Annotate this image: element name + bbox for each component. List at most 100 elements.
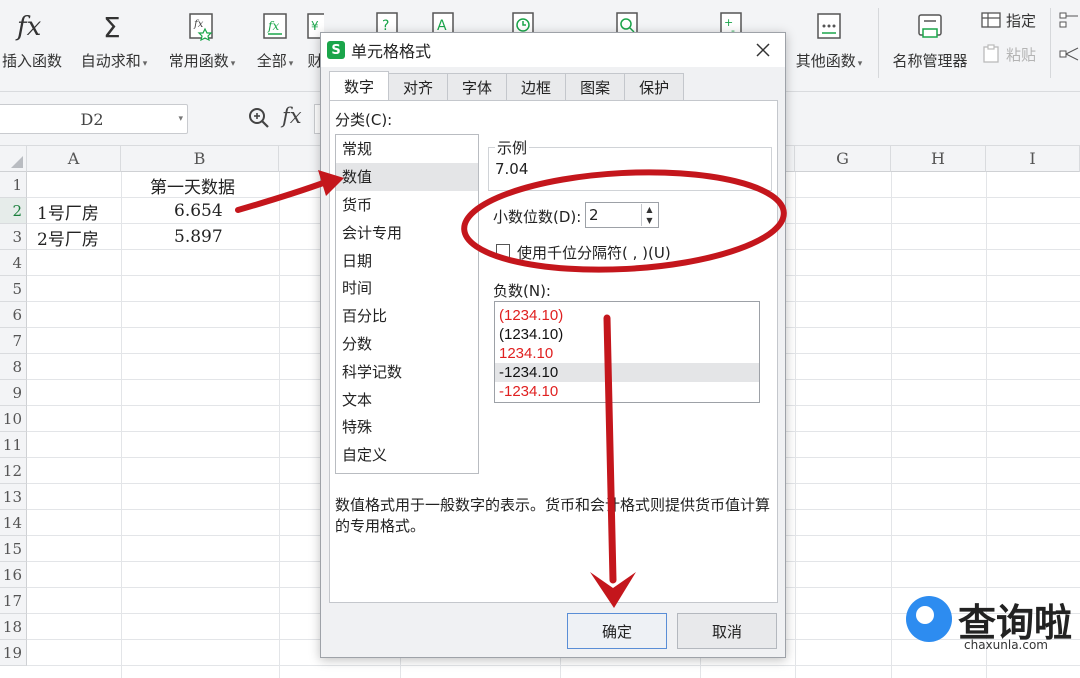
trace-precedents-icon[interactable] [1058,10,1080,34]
svg-text:fx: fx [15,12,42,41]
format-cells-dialog: S 单元格格式 数字 对齐 字体 边框 图案 保护 分类(C): 常规 数值 货币会… [320,32,786,658]
category-item[interactable]: 时间 [336,274,478,302]
tab-number[interactable]: 数字 [329,71,390,101]
other-functions-label: 其他函数 [795,52,856,70]
ribbon-divider [1050,8,1051,78]
category-item[interactable]: 常规 [336,135,478,163]
negative-numbers-list[interactable]: (1234.10) (1234.10) 1234.10 -1234.10 -1234.1… [494,301,760,403]
insert-function-button[interactable]: fx 插入函数 [0,6,64,78]
select-all-corner[interactable] [0,146,27,172]
row-header-5[interactable]: 5 [0,276,27,302]
sample-label: 示例 [495,137,530,158]
name-manager-button[interactable]: 名称管理器 [888,6,972,78]
autosum-button[interactable]: Σ 自动求和 ▾ [76,6,152,78]
name-box[interactable]: D2 ▾ [0,104,188,134]
category-item[interactable]: 特殊 [336,413,478,441]
column-header-B[interactable]: B [121,146,279,172]
common-functions-label: 常用函数 [168,52,229,70]
column-header-A[interactable]: A [27,146,121,172]
row-header-9[interactable]: 9 [0,380,27,406]
insert-function-label: 插入函数 [1,52,62,70]
watermark-logo: 查询啦 chaxunla.com [906,594,1076,658]
tab-alignment[interactable]: 对齐 [388,73,449,101]
column-header-G[interactable]: G [795,146,891,172]
row-header-13[interactable]: 13 [0,484,27,510]
common-functions-button[interactable]: fx 常用函数 ▾ [164,6,240,78]
row-header-17[interactable]: 17 [0,588,27,614]
category-item[interactable]: 货币 [336,191,478,219]
cell-B3[interactable]: 5.897 [174,224,223,250]
row-header-6[interactable]: 6 [0,302,27,328]
specify-icon [981,12,1001,28]
ok-button[interactable]: 确定 [567,613,667,649]
negative-option[interactable]: 1234.10 [495,344,759,363]
category-item[interactable]: 科学记数 [336,357,478,385]
category-label: 分类(C): [335,111,393,129]
column-header-I[interactable]: I [986,146,1080,172]
cell-B2[interactable]: 6.654 [174,198,223,224]
category-item[interactable]: 会计专用 [336,218,478,246]
row-header-18[interactable]: 18 [0,614,27,640]
stepper-down-icon[interactable]: ▼ [642,215,657,226]
thousands-separator-checkbox[interactable] [496,244,510,258]
close-icon[interactable] [751,38,775,62]
fx-icon[interactable]: fx [282,104,302,128]
row-header-10[interactable]: 10 [0,406,27,432]
zoom-search-icon[interactable] [246,105,272,135]
other-functions-button[interactable]: 其他函数 ▾ [790,6,868,78]
stepper-up-icon[interactable]: ▲ [642,204,657,215]
chevron-down-icon: ▾ [230,59,236,69]
decimal-places-stepper[interactable]: 2 ▲ ▼ [585,202,659,228]
format-description: 数值格式用于一般数字的表示。货币和会计格式则提供货币值计算的专用格式。 [335,496,771,535]
cell-A3[interactable]: 2号厂房 [37,224,99,250]
category-item[interactable]: 文本 [336,385,478,413]
tab-protection[interactable]: 保护 [624,73,685,101]
trace-dependents-icon[interactable] [1058,44,1080,68]
category-item[interactable]: 数值 [336,162,478,191]
negative-option[interactable]: (1234.10) [495,325,759,344]
paste-icon [983,44,999,63]
grid-line [795,172,796,678]
paste-button[interactable]: 粘贴 [980,42,1036,66]
tab-font[interactable]: 字体 [447,73,508,101]
fx-icon: fx [15,6,49,46]
row-header-16[interactable]: 16 [0,562,27,588]
row-header-1[interactable]: 1 [0,172,27,198]
svg-text:fx: fx [193,19,204,30]
cell-B1[interactable]: 第一天数据 [150,172,235,198]
row-header-4[interactable]: 4 [0,250,27,276]
row-header-11[interactable]: 11 [0,432,27,458]
row-header-7[interactable]: 7 [0,328,27,354]
svg-text:fx: fx [267,19,279,33]
dialog-title-bar[interactable]: S 单元格格式 [321,33,785,67]
negative-option[interactable]: -1234.10 [495,363,759,382]
category-item[interactable]: 百分比 [336,302,478,330]
row-header-2[interactable]: 2 [0,198,27,224]
paste-label: 粘贴 [1006,45,1037,64]
category-item[interactable]: 分数 [336,330,478,358]
tab-pattern[interactable]: 图案 [565,73,626,101]
svg-text:¥: ¥ [311,19,319,33]
row-header-3[interactable]: 3 [0,224,27,250]
row-header-8[interactable]: 8 [0,354,27,380]
chevron-down-icon: ▾ [142,59,148,69]
category-item[interactable]: 自定义 [336,441,478,469]
row-header-15[interactable]: 15 [0,536,27,562]
cell-A2[interactable]: 1号厂房 [37,198,99,224]
negative-option[interactable]: (1234.10) [495,306,759,325]
tab-border[interactable]: 边框 [506,73,567,101]
chevron-down-icon: ▾ [288,59,294,69]
chevron-down-icon[interactable]: ▾ [178,114,183,124]
row-header-14[interactable]: 14 [0,510,27,536]
specify-button[interactable]: 指定 [980,8,1036,32]
category-list[interactable]: 常规 数值 货币 会计专用 日期 时间 百分比 分数 科学记数 文本 特殊 自定义 [335,134,479,474]
decimal-places-value: 2 [589,206,599,224]
negative-option[interactable]: -1234.10 [495,382,759,401]
row-header-12[interactable]: 12 [0,458,27,484]
row-header-19[interactable]: 19 [0,640,27,666]
all-functions-label: 全部 [256,52,287,70]
column-header-H[interactable]: H [891,146,986,172]
cancel-button[interactable]: 取消 [677,613,777,649]
all-functions-button[interactable]: fx 全部 ▾ [250,6,300,78]
category-item[interactable]: 日期 [336,246,478,274]
